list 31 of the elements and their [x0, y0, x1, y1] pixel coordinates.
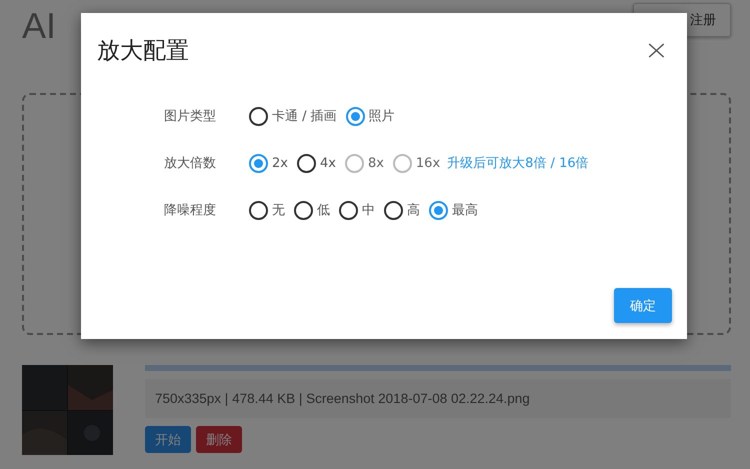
option-label: 2x	[272, 156, 288, 170]
radio-button[interactable]	[429, 200, 448, 220]
field-label: 降噪程度	[164, 202, 217, 219]
field-label: 图片类型	[164, 108, 217, 125]
dialog-title: 放大配置	[97, 37, 189, 66]
upgrade-link[interactable]: 升级后可放大8倍 / 16倍	[447, 154, 589, 172]
option-label: 中	[362, 202, 375, 219]
radio-button[interactable]	[249, 154, 268, 172]
close-button[interactable]: ×	[640, 37, 673, 64]
option-label: 低	[317, 202, 330, 219]
option-label: 照片	[368, 108, 395, 125]
option-label: 无	[272, 202, 285, 219]
radio-button[interactable]	[249, 200, 268, 220]
start-button[interactable]: 开始	[145, 426, 191, 453]
radio-button[interactable]	[346, 106, 365, 126]
radio-button[interactable]	[339, 200, 358, 220]
field-label: 放大倍数	[164, 155, 217, 172]
radio-button[interactable]	[384, 200, 403, 220]
option-label: 4x	[320, 156, 336, 170]
option-label: 卡通 / 插画	[272, 108, 337, 125]
delete-button[interactable]: 删除	[196, 426, 242, 453]
radio-button[interactable]	[294, 200, 313, 220]
confirm-button[interactable]: 确定	[614, 288, 672, 323]
option-label: 8x	[368, 156, 384, 170]
page-title: AI	[22, 5, 56, 47]
option-label: 最高	[452, 202, 478, 219]
file-info: 750x335px | 478.44 KB | Screenshot 2018-07-08 02.22.24.png	[145, 379, 731, 418]
option-label: 高	[407, 202, 420, 219]
option-label: 16x	[416, 156, 440, 170]
radio-button[interactable]	[296, 154, 316, 172]
radio-button[interactable]	[249, 106, 268, 126]
